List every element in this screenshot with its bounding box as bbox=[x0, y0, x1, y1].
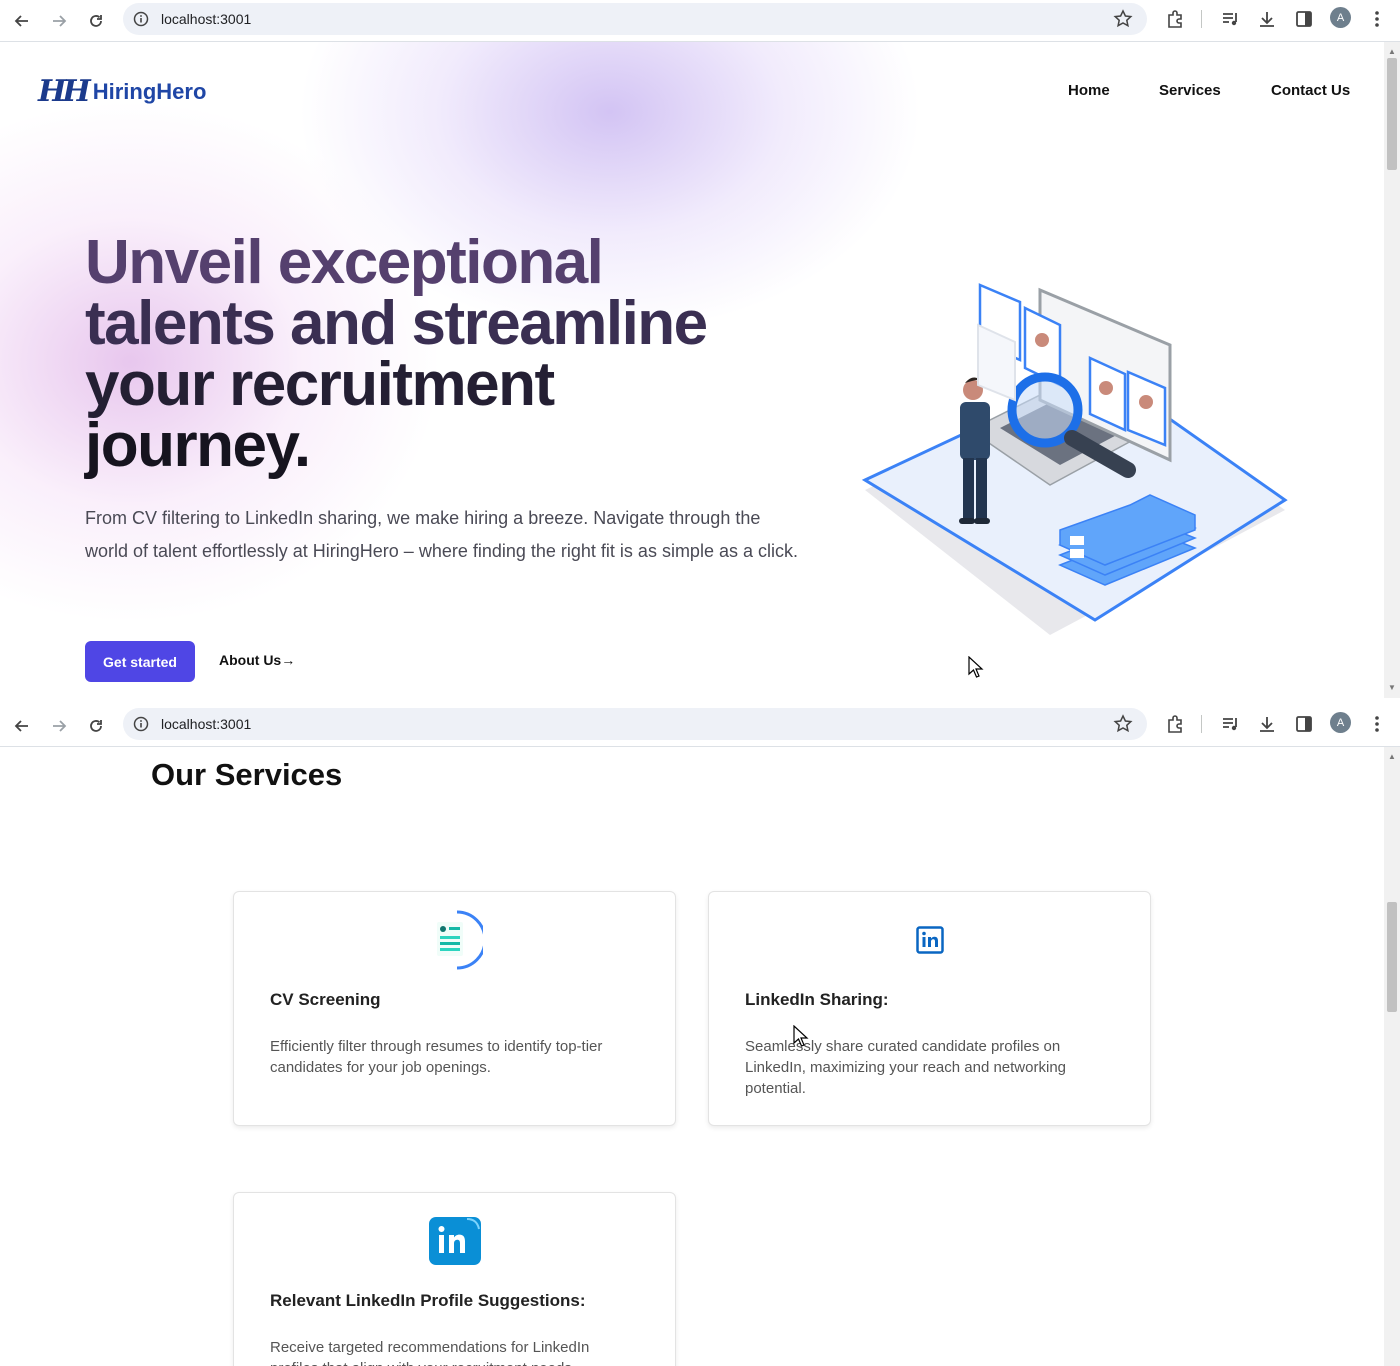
hero-subtitle: From CV filtering to LinkedIn sharing, w… bbox=[85, 508, 798, 561]
toolbar-separator bbox=[1201, 10, 1202, 28]
toolbar-separator bbox=[1201, 715, 1202, 733]
address-bar[interactable]: localhost:3001 bbox=[123, 708, 1147, 740]
download-icon[interactable] bbox=[1256, 713, 1278, 735]
service-card-cv-screening[interactable]: CV Screening Efficiently filter through … bbox=[233, 891, 676, 1126]
mouse-cursor bbox=[793, 1025, 809, 1047]
forward-icon[interactable] bbox=[45, 7, 73, 35]
nav-contact-us[interactable]: Contact Us bbox=[1271, 82, 1350, 99]
hero-title-line: talents and streamline bbox=[85, 289, 708, 358]
logo-text: HiringHero bbox=[92, 78, 207, 104]
services-title: Our Services bbox=[151, 757, 343, 792]
linkedin-badge-icon bbox=[425, 1211, 485, 1271]
hero-title: Unveil exceptional talents and streamlin… bbox=[85, 228, 785, 480]
side-panel-icon[interactable] bbox=[1293, 713, 1315, 735]
extensions-icon[interactable] bbox=[1164, 8, 1186, 30]
cv-document-icon bbox=[425, 910, 485, 970]
nav-services[interactable]: Services bbox=[1159, 82, 1221, 99]
hero-title-line: journey. bbox=[85, 411, 311, 480]
page-scrollbar[interactable]: ▲ ▼ bbox=[1384, 42, 1400, 698]
hero-title-line: Unveil exceptional bbox=[85, 228, 604, 297]
service-card-title: LinkedIn Sharing: bbox=[745, 990, 889, 1009]
back-icon[interactable] bbox=[8, 7, 36, 35]
extensions-icon[interactable] bbox=[1164, 713, 1186, 735]
address-bar[interactable]: localhost:3001 bbox=[123, 3, 1147, 35]
page-scrollbar[interactable]: ▲ bbox=[1384, 747, 1400, 1366]
recruitment-illustration bbox=[861, 283, 1288, 635]
services-viewport: Our Services CV Screening Efficiently fi… bbox=[0, 747, 1384, 1366]
menu-icon[interactable] bbox=[1366, 713, 1388, 735]
side-panel-icon[interactable] bbox=[1293, 8, 1315, 30]
forward-icon[interactable] bbox=[45, 712, 73, 740]
scroll-up-icon[interactable]: ▲ bbox=[1388, 48, 1396, 56]
service-card-description: Efficiently filter through resumes to id… bbox=[270, 1038, 603, 1076]
mouse-cursor bbox=[968, 656, 984, 678]
scrollbar-thumb[interactable] bbox=[1387, 902, 1397, 1012]
profile-avatar[interactable]: A bbox=[1330, 712, 1351, 733]
menu-icon[interactable] bbox=[1366, 8, 1388, 30]
about-us-link[interactable]: About Us→ bbox=[219, 652, 295, 668]
bookmark-star-icon[interactable] bbox=[1113, 714, 1133, 734]
scroll-down-icon[interactable]: ▼ bbox=[1388, 684, 1396, 692]
linkedin-icon bbox=[900, 910, 960, 970]
service-card-title: CV Screening bbox=[270, 990, 381, 1009]
browser-toolbar: localhost:3001 A bbox=[0, 705, 1400, 747]
url-text: localhost:3001 bbox=[161, 716, 252, 732]
reload-icon[interactable] bbox=[82, 712, 110, 740]
service-card-description: Receive targeted recommendations for Lin… bbox=[270, 1339, 590, 1366]
site-info-icon[interactable] bbox=[133, 11, 149, 27]
service-card-title: Relevant LinkedIn Profile Suggestions: bbox=[270, 1291, 586, 1310]
scrollbar-thumb[interactable] bbox=[1387, 58, 1397, 170]
service-card-linkedin-sharing[interactable]: LinkedIn Sharing: Seamlessly share curat… bbox=[708, 891, 1151, 1126]
site-logo[interactable]: HH HiringHero bbox=[38, 74, 206, 109]
media-icon[interactable] bbox=[1219, 713, 1241, 735]
hero-viewport: HH HiringHero Home Services Contact Us U… bbox=[0, 42, 1384, 698]
profile-avatar[interactable]: A bbox=[1330, 7, 1351, 28]
get-started-button[interactable]: Get started bbox=[85, 641, 195, 682]
hero-title-line: your recruitment bbox=[85, 350, 555, 419]
back-icon[interactable] bbox=[8, 712, 36, 740]
bookmark-star-icon[interactable] bbox=[1113, 9, 1133, 29]
site-info-icon[interactable] bbox=[133, 716, 149, 732]
download-icon[interactable] bbox=[1256, 8, 1278, 30]
reload-icon[interactable] bbox=[82, 7, 110, 35]
logo-mark: HH bbox=[38, 74, 91, 109]
service-card-profile-suggestions[interactable]: Relevant LinkedIn Profile Suggestions: R… bbox=[233, 1192, 676, 1366]
scroll-up-icon[interactable]: ▲ bbox=[1388, 753, 1396, 761]
media-icon[interactable] bbox=[1219, 8, 1241, 30]
url-text: localhost:3001 bbox=[161, 11, 252, 27]
browser-toolbar: localhost:3001 A bbox=[0, 0, 1400, 42]
nav-home[interactable]: Home bbox=[1068, 82, 1110, 99]
